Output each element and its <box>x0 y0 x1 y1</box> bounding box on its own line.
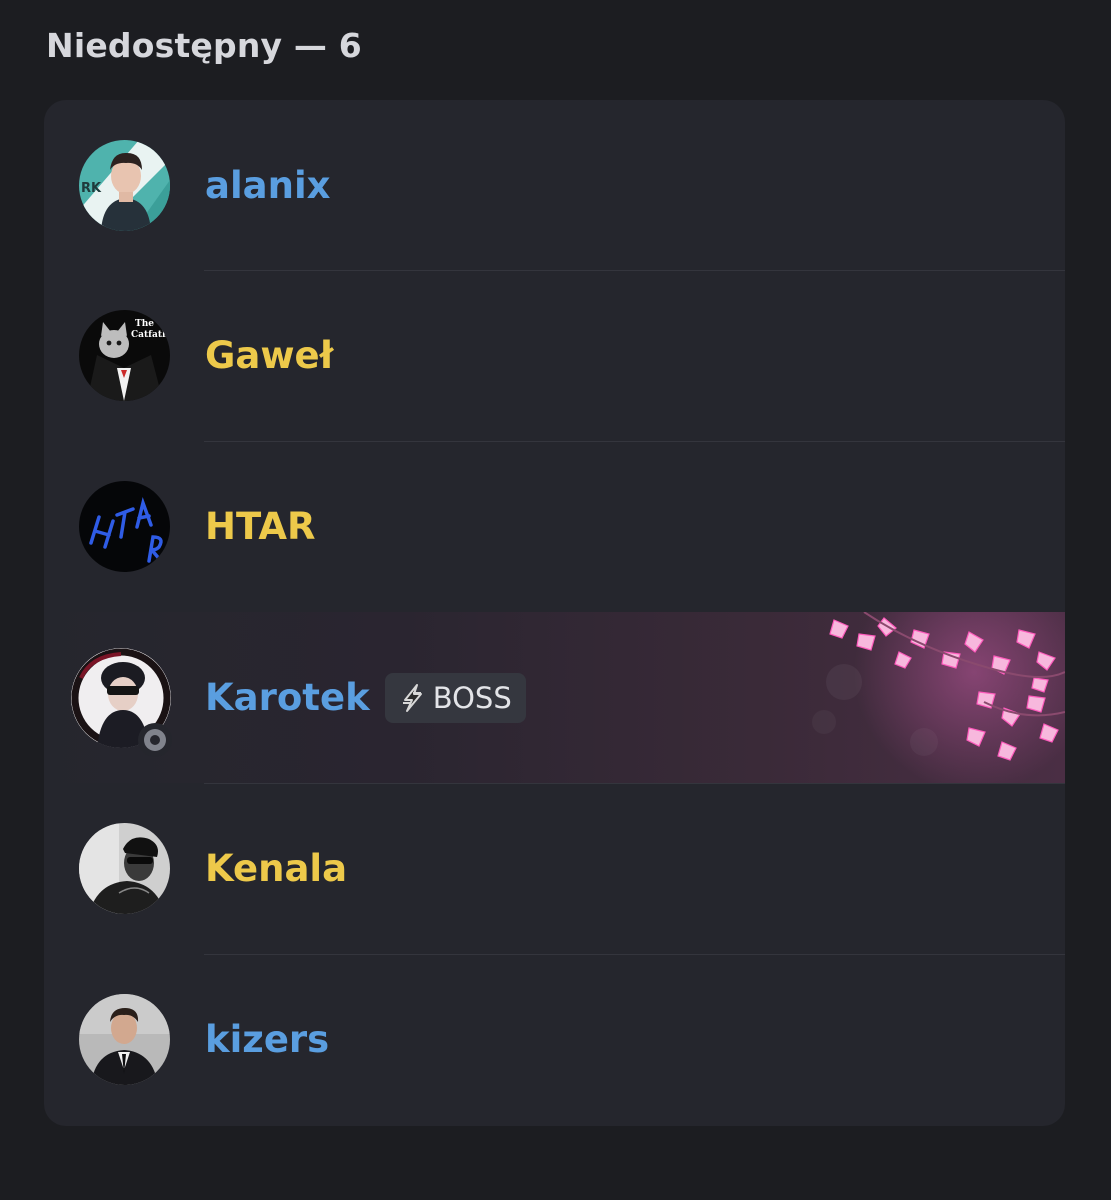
avatar[interactable]: RK <box>79 140 170 231</box>
role-badge[interactable]: BOSS <box>384 673 526 723</box>
row-divider <box>204 441 1065 442</box>
svg-text:RK: RK <box>81 181 102 196</box>
man-in-suit-avatar-icon <box>79 994 170 1085</box>
cherry-blossom-banner-icon <box>44 612 1065 783</box>
member-row-karotek[interactable]: Karotek <box>44 612 1065 783</box>
member-row-kenala[interactable]: Kenala <box>44 783 1065 954</box>
member-name[interactable]: Karotek <box>205 612 370 783</box>
svg-text:The: The <box>135 319 154 329</box>
section-header-offline: Niedostępny — 6 <box>46 26 362 65</box>
member-name[interactable]: alanix <box>205 100 331 271</box>
member-name[interactable]: Gaweł <box>205 270 333 441</box>
role-badge-label: BOSS <box>432 681 512 715</box>
member-name[interactable]: HTAR <box>205 441 315 612</box>
member-name[interactable]: kizers <box>205 954 329 1125</box>
member-row-kizers[interactable]: kizers <box>44 954 1065 1125</box>
person-avatar-icon: RK <box>79 140 170 231</box>
avatar[interactable] <box>79 481 170 572</box>
row-divider <box>204 954 1065 955</box>
member-list: RK alanix The Catfath Gaweł HTAR Karotek… <box>44 100 1065 1126</box>
svg-text:Catfath: Catfath <box>131 330 169 340</box>
member-name[interactable]: Kenala <box>205 783 347 954</box>
cat-avatar-icon: The Catfath <box>79 310 170 401</box>
lightning-icon <box>402 684 422 712</box>
avatar[interactable]: The Catfath <box>79 310 170 401</box>
avatar[interactable] <box>79 823 170 914</box>
person-bw-avatar-icon <box>79 823 170 914</box>
offline-status-icon <box>138 723 172 757</box>
avatar[interactable] <box>79 994 170 1085</box>
profile-banner <box>44 612 1065 783</box>
htar-lettering-icon <box>79 481 170 572</box>
member-row-alanix[interactable]: RK alanix <box>44 100 1065 271</box>
member-row-htar[interactable]: HTAR <box>44 441 1065 612</box>
member-row-gawel[interactable]: The Catfath Gaweł <box>44 270 1065 441</box>
